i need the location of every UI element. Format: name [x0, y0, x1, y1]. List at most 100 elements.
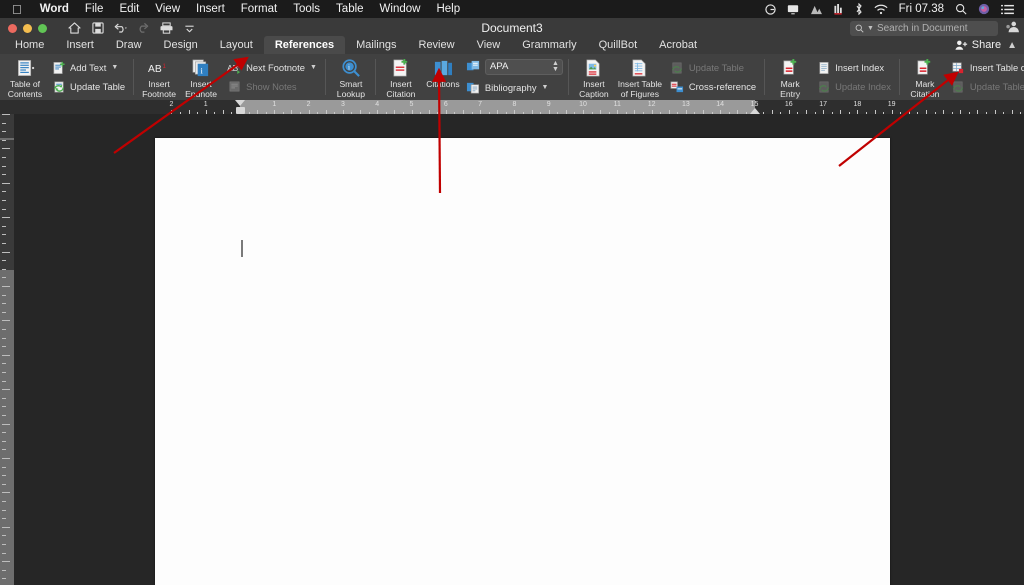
citation-style-controls: APA ▲ ▼ Bibliography ▼	[464, 54, 565, 100]
menu-bar-clock[interactable]: Fri 07.38	[899, 3, 944, 15]
index-small-buttons: Insert Index Update Index	[811, 54, 896, 100]
ruler-tick-label: 10	[579, 101, 587, 108]
stepper-arrows-icon[interactable]: ▲ ▼	[552, 60, 559, 73]
mark-entry-label-line1: Mark	[780, 79, 800, 89]
tab-layout[interactable]: Layout	[209, 36, 264, 54]
print-icon[interactable]	[155, 19, 178, 37]
citations-button[interactable]: Citations	[422, 54, 464, 100]
undo-icon[interactable]	[109, 19, 132, 37]
share-button[interactable]: Share	[955, 39, 1007, 51]
update-table-captions-button: Update Table	[667, 59, 759, 76]
document-page[interactable]	[155, 138, 890, 585]
wifi-icon[interactable]	[874, 4, 888, 15]
insert-table-of-authorities-button[interactable]: Insert Table of Authorities	[948, 59, 1024, 76]
citation-style-icon	[466, 59, 481, 74]
screen-share-icon[interactable]	[787, 4, 799, 15]
ruler-tick-label: 14	[716, 101, 725, 108]
customize-toolbar-icon[interactable]	[178, 19, 201, 37]
mark-entry-button[interactable]: Mark Entry	[769, 54, 811, 100]
menu-item-edit[interactable]: Edit	[111, 3, 147, 15]
tab-draw[interactable]: Draw	[105, 36, 153, 54]
menu-item-word[interactable]: Word	[32, 3, 77, 15]
menu-item-help[interactable]: Help	[428, 3, 468, 15]
cross-reference-button[interactable]: Cross-reference	[667, 78, 759, 95]
insert-endnote-icon: i	[190, 57, 212, 79]
smart-lookup-label-line1: Smart	[339, 79, 363, 89]
insert-endnote-button[interactable]: i Insert Endnote	[180, 54, 222, 100]
menu-item-format[interactable]: Format	[233, 3, 285, 15]
search-input[interactable]: ▼ Search in Document	[850, 21, 998, 36]
search-scope-chevron-icon[interactable]: ▼	[867, 25, 874, 32]
tab-acrobat[interactable]: Acrobat	[648, 36, 708, 54]
minimize-window-button[interactable]	[23, 23, 32, 33]
left-indent-marker[interactable]	[236, 107, 245, 114]
ruler-tick-label: 1	[272, 101, 277, 108]
bibliography-label: Bibliography	[484, 82, 537, 93]
chevron-up-icon[interactable]: ▲	[1007, 40, 1024, 51]
ruler-tick-label: 3	[340, 101, 345, 108]
mark-entry-icon	[779, 57, 801, 79]
tab-design[interactable]: Design	[153, 36, 209, 54]
chevron-down-icon[interactable]: ▼	[542, 84, 549, 91]
menu-item-file[interactable]: File	[77, 3, 112, 15]
chevron-down-icon[interactable]: ▼	[310, 64, 317, 71]
tab-references[interactable]: References	[263, 36, 346, 54]
tab-insert[interactable]: Insert	[55, 36, 105, 54]
menu-item-tools[interactable]: Tools	[285, 3, 328, 15]
tab-mailings[interactable]: Mailings	[345, 36, 407, 54]
table-of-contents-label-line2: Contents	[7, 88, 43, 99]
bibliography-button[interactable]: Bibliography ▼	[466, 79, 563, 96]
bluetooth-icon[interactable]	[855, 3, 863, 15]
update-table-icon	[51, 79, 66, 94]
update-table-toc-button[interactable]: Update Table	[48, 78, 128, 95]
siri-icon[interactable]	[978, 3, 990, 15]
insert-footnote-button[interactable]: AB 1 Insert Footnote	[138, 54, 180, 100]
menu-item-window[interactable]: Window	[372, 3, 429, 15]
footnotes-small-buttons: AB 1 Next Footnote ▼ Show Notes	[222, 54, 322, 100]
insert-citation-label-line2: Citation	[386, 88, 416, 99]
spotlight-search-icon[interactable]	[955, 3, 967, 15]
next-footnote-button[interactable]: AB 1 Next Footnote ▼	[224, 59, 320, 76]
insert-caption-icon	[583, 57, 605, 79]
window-controls	[0, 23, 47, 33]
ribbon-tab-bar: Home Insert Draw Design Layout Reference…	[0, 36, 1024, 54]
citation-style-select[interactable]: APA ▲ ▼	[484, 58, 563, 75]
maximize-window-button[interactable]	[38, 23, 47, 33]
insert-index-button[interactable]: Insert Index	[813, 59, 894, 76]
chevron-down-icon[interactable]: ▼	[111, 64, 118, 71]
grammarly-icon[interactable]	[764, 3, 776, 15]
tab-view[interactable]: View	[466, 36, 512, 54]
insert-citation-button[interactable]: Insert Citation	[380, 54, 422, 100]
equalizer-icon[interactable]	[834, 3, 844, 15]
control-center-icon[interactable]	[1001, 4, 1014, 15]
tab-quillbot[interactable]: QuillBot	[588, 36, 649, 54]
cross-reference-icon	[670, 79, 685, 94]
close-window-button[interactable]	[8, 23, 17, 33]
table-of-contents-button[interactable]: Table of Contents	[4, 54, 46, 100]
menu-item-view[interactable]: View	[147, 3, 188, 15]
insert-table-of-figures-button[interactable]: Insert Table of Figures	[615, 54, 665, 100]
save-icon[interactable]	[86, 19, 109, 37]
mountain-icon[interactable]	[810, 4, 823, 15]
tab-grammarly[interactable]: Grammarly	[511, 36, 587, 54]
smart-lookup-button[interactable]: i Smart Lookup	[330, 54, 372, 100]
tab-home[interactable]: Home	[4, 36, 55, 54]
home-icon[interactable]	[63, 19, 86, 37]
first-line-indent-marker[interactable]	[235, 100, 245, 106]
citations-label: Citations	[426, 79, 460, 89]
horizontal-ruler[interactable]: 2 1 1 2 3 4 5 6 7 8 9 10 11 12 13 14 15 16 17 18 19	[0, 100, 1024, 114]
insert-caption-button[interactable]: Insert Caption	[573, 54, 615, 100]
share-user-icon[interactable]	[1005, 20, 1019, 37]
vertical-ruler[interactable]	[0, 114, 14, 585]
menu-item-insert[interactable]: Insert	[188, 3, 233, 15]
apple-menu-icon[interactable]: 	[6, 3, 32, 16]
ruler-tick-label: 17	[819, 101, 827, 108]
tab-review[interactable]: Review	[408, 36, 466, 54]
mark-citation-button[interactable]: Mark Citation	[904, 54, 946, 100]
insert-index-label: Insert Index	[835, 62, 885, 73]
ribbon-group-footnotes: AB 1 Insert Footnote i Insert Endnote AB 1 N…	[134, 54, 326, 100]
add-text-button[interactable]: Add Text ▼	[48, 59, 128, 76]
insert-table-of-figures-label-line1: Insert Table	[617, 79, 663, 89]
document-canvas[interactable]	[14, 114, 1024, 585]
menu-item-table[interactable]: Table	[328, 3, 372, 15]
